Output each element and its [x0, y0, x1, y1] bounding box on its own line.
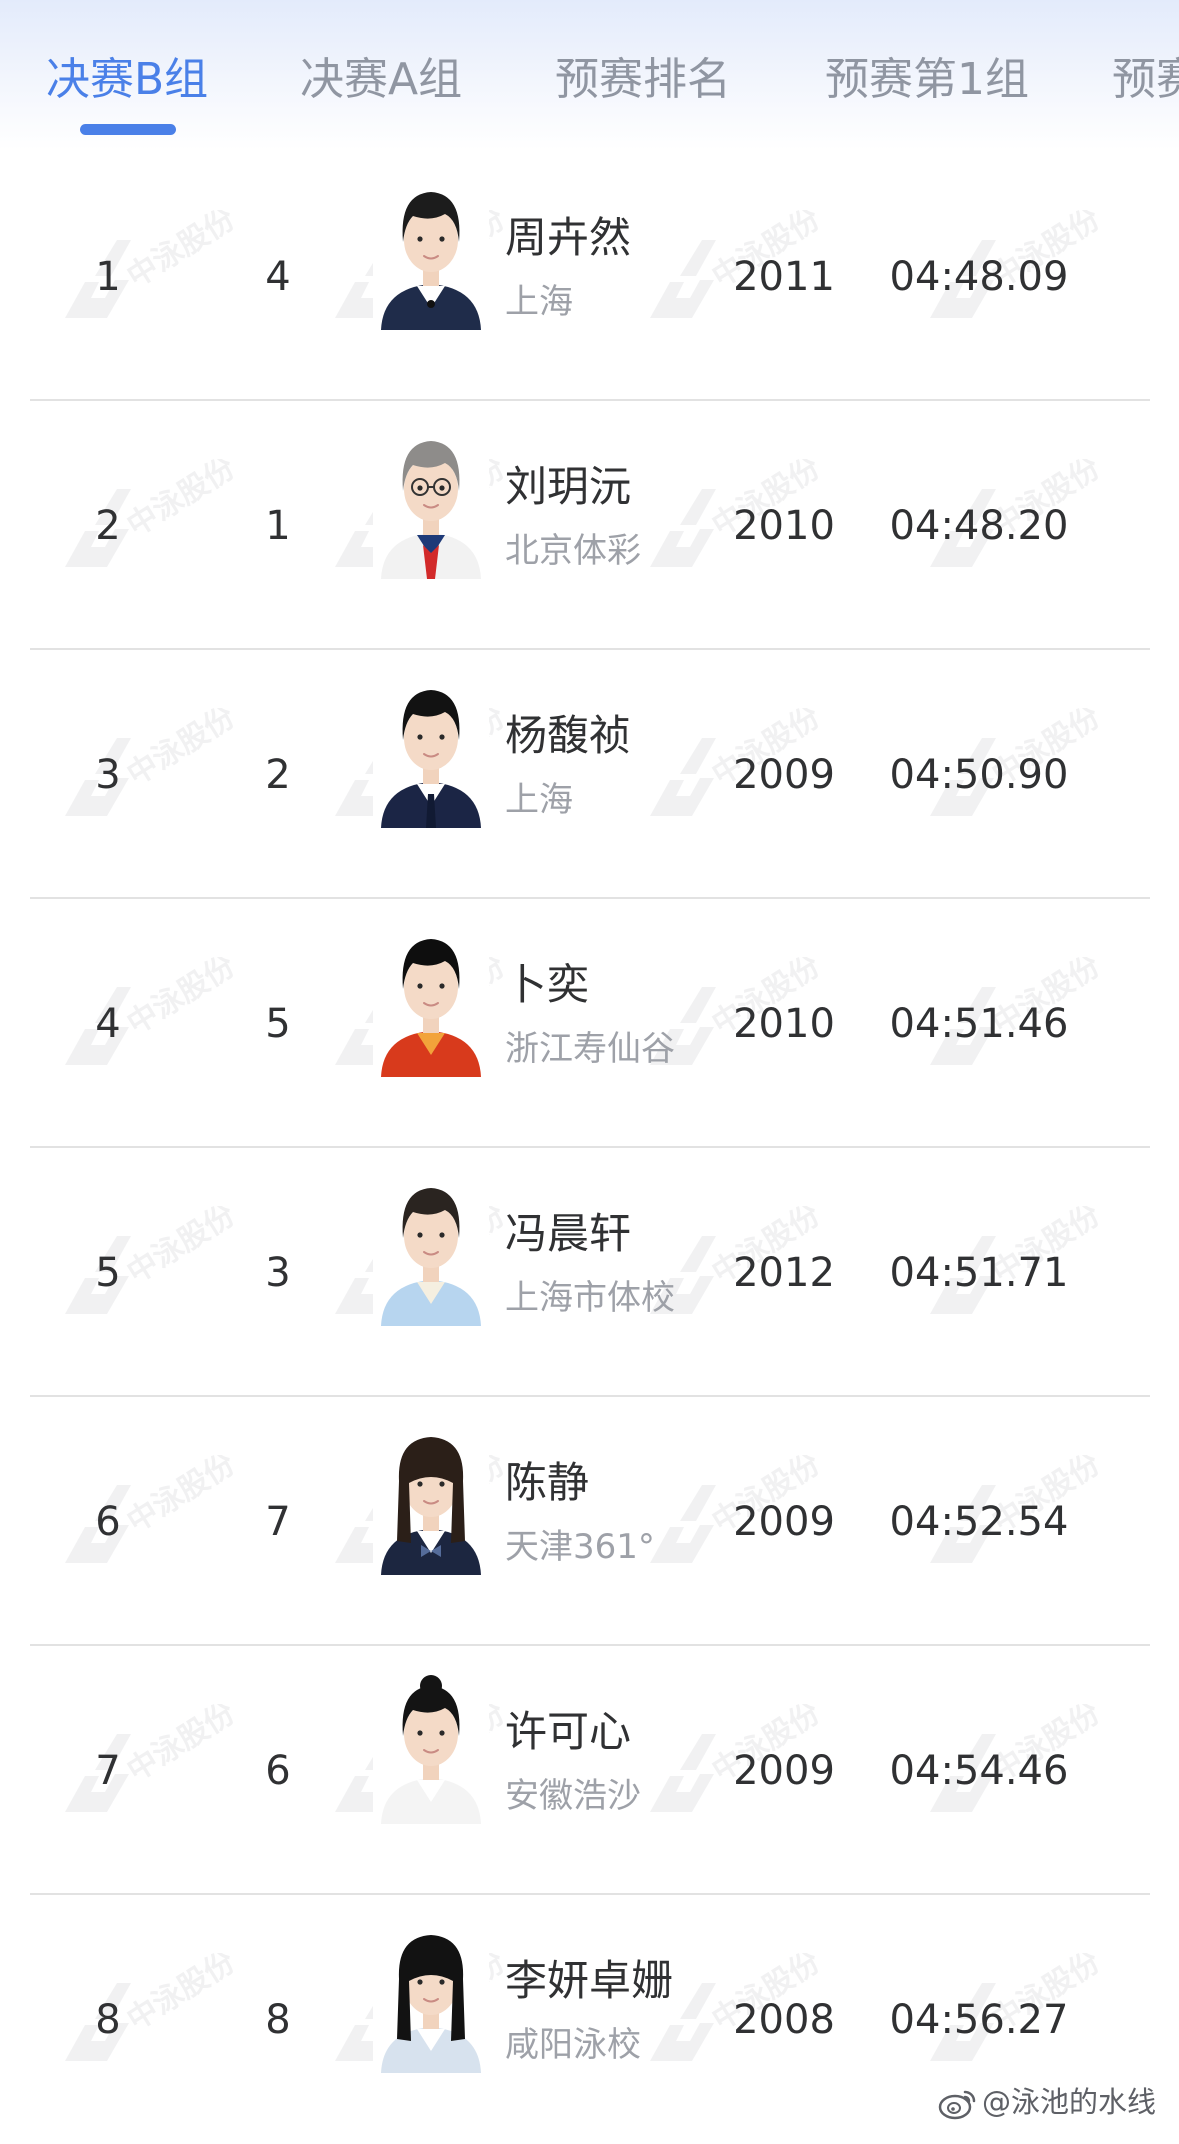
result-row[interactable]: 中泳股份 中泳股份 中泳股份 中泳股份 3 2 杨馥祯 上海 2009 04:5…: [0, 650, 1179, 899]
result-row[interactable]: 中泳股份 中泳股份 中泳股份 中泳股份 4 5 卜奕 浙江寿仙谷 2010 04…: [0, 899, 1179, 1148]
athlete-team: 北京体彩: [505, 531, 641, 571]
athlete-name: 卜奕: [505, 960, 590, 1009]
finish-time-cell: 04:54.46: [889, 1748, 1069, 1794]
athlete-photo: [373, 674, 489, 828]
result-row[interactable]: 中泳股份 中泳股份 中泳股份 中泳股份 6 7 陈静 天津361° 2009 0…: [0, 1397, 1179, 1646]
watermark-text: 中泳股份: [121, 1953, 240, 2038]
active-tab-indicator: [80, 124, 176, 135]
birth-year-cell: 2012: [733, 1250, 835, 1296]
athlete-team: 上海: [505, 282, 573, 322]
rank-cell: 7: [95, 1748, 121, 1794]
tab-final-a[interactable]: 决赛A组: [300, 52, 462, 108]
watermark-text: 中泳股份: [121, 708, 240, 793]
athlete-team: 咸阳泳校: [505, 2025, 641, 2065]
lane-cell: 3: [265, 1250, 291, 1296]
birth-year-cell: 2010: [733, 1001, 835, 1047]
finish-time-cell: 04:48.20: [889, 503, 1069, 549]
athlete-name: 周卉然: [505, 213, 632, 262]
athlete-name: 李妍卓姗: [505, 1956, 674, 2005]
tab-heat-partial[interactable]: 预赛: [1112, 52, 1179, 108]
rank-cell: 8: [95, 1997, 121, 2043]
athlete-photo: [373, 1172, 489, 1326]
watermark-text: 中泳股份: [121, 1455, 240, 1540]
athlete-photo: [373, 1421, 489, 1575]
athlete-name: 刘玥沅: [505, 462, 632, 511]
lane-cell: 5: [265, 1001, 291, 1047]
result-row[interactable]: 中泳股份 中泳股份 中泳股份 中泳股份 1 4 周卉然 上海 2011 04:4…: [0, 152, 1179, 401]
weibo-watermark: @泳池的水线: [938, 2080, 1156, 2124]
watermark-text: 中泳股份: [121, 1206, 240, 1291]
rank-cell: 4: [95, 1001, 121, 1047]
birth-year-cell: 2009: [733, 752, 835, 798]
birth-year-cell: 2008: [733, 1997, 835, 2043]
athlete-name: 陈静: [505, 1458, 590, 1507]
athlete-photo: [373, 923, 489, 1077]
finish-time-cell: 04:50.90: [889, 752, 1069, 798]
tab-final-b[interactable]: 决赛B组: [46, 52, 208, 108]
athlete-name: 杨馥祯: [505, 711, 632, 760]
athlete-photo: [373, 1670, 489, 1824]
finish-time-cell: 04:48.09: [889, 254, 1069, 300]
watermark-text: 中泳股份: [121, 957, 240, 1042]
tab-heat-1[interactable]: 预赛第1组: [825, 52, 1029, 108]
tab-heats-ranking[interactable]: 预赛排名: [555, 52, 731, 108]
lane-cell: 2: [265, 752, 291, 798]
birth-year-cell: 2010: [733, 503, 835, 549]
finish-time-cell: 04:52.54: [889, 1499, 1069, 1545]
watermark-text: 中泳股份: [121, 459, 240, 544]
birth-year-cell: 2009: [733, 1499, 835, 1545]
rank-cell: 2: [95, 503, 121, 549]
result-row[interactable]: 中泳股份 中泳股份 中泳股份 中泳股份 7 6 许可心 安徽浩沙 2009 04…: [0, 1646, 1179, 1895]
watermark-text: 中泳股份: [121, 210, 240, 295]
rank-cell: 6: [95, 1499, 121, 1545]
athlete-photo: [373, 1919, 489, 2073]
finish-time-cell: 04:51.46: [889, 1001, 1069, 1047]
tab-bar: 决赛B组 决赛A组 预赛排名 预赛第1组 预赛: [0, 0, 1179, 150]
finish-time-cell: 04:56.27: [889, 1997, 1069, 2043]
athlete-team: 上海: [505, 780, 573, 820]
athlete-name: 冯晨轩: [505, 1209, 632, 1258]
athlete-team: 上海市体校: [505, 1278, 675, 1318]
watermark-text: 中泳股份: [121, 1704, 240, 1789]
birth-year-cell: 2011: [733, 254, 835, 300]
weibo-handle: @泳池的水线: [982, 2085, 1157, 2119]
finish-time-cell: 04:51.71: [889, 1250, 1069, 1296]
athlete-team: 浙江寿仙谷: [505, 1029, 675, 1069]
result-row[interactable]: 中泳股份 中泳股份 中泳股份 中泳股份 5 3 冯晨轩 上海市体校 2012 0…: [0, 1148, 1179, 1397]
athlete-photo: [373, 425, 489, 579]
lane-cell: 4: [265, 254, 291, 300]
rank-cell: 1: [95, 254, 121, 300]
lane-cell: 6: [265, 1748, 291, 1794]
athlete-name: 许可心: [505, 1707, 632, 1756]
rank-cell: 3: [95, 752, 121, 798]
lane-cell: 8: [265, 1997, 291, 2043]
birth-year-cell: 2009: [733, 1748, 835, 1794]
rank-cell: 5: [95, 1250, 121, 1296]
athlete-team: 安徽浩沙: [505, 1776, 641, 1816]
result-row[interactable]: 中泳股份 中泳股份 中泳股份 中泳股份 2 1 刘玥沅 北京体彩 2010 04…: [0, 401, 1179, 650]
athlete-team: 天津361°: [505, 1527, 655, 1567]
lane-cell: 1: [265, 503, 291, 549]
athlete-photo: [373, 176, 489, 330]
weibo-icon: [938, 2090, 976, 2120]
lane-cell: 7: [265, 1499, 291, 1545]
